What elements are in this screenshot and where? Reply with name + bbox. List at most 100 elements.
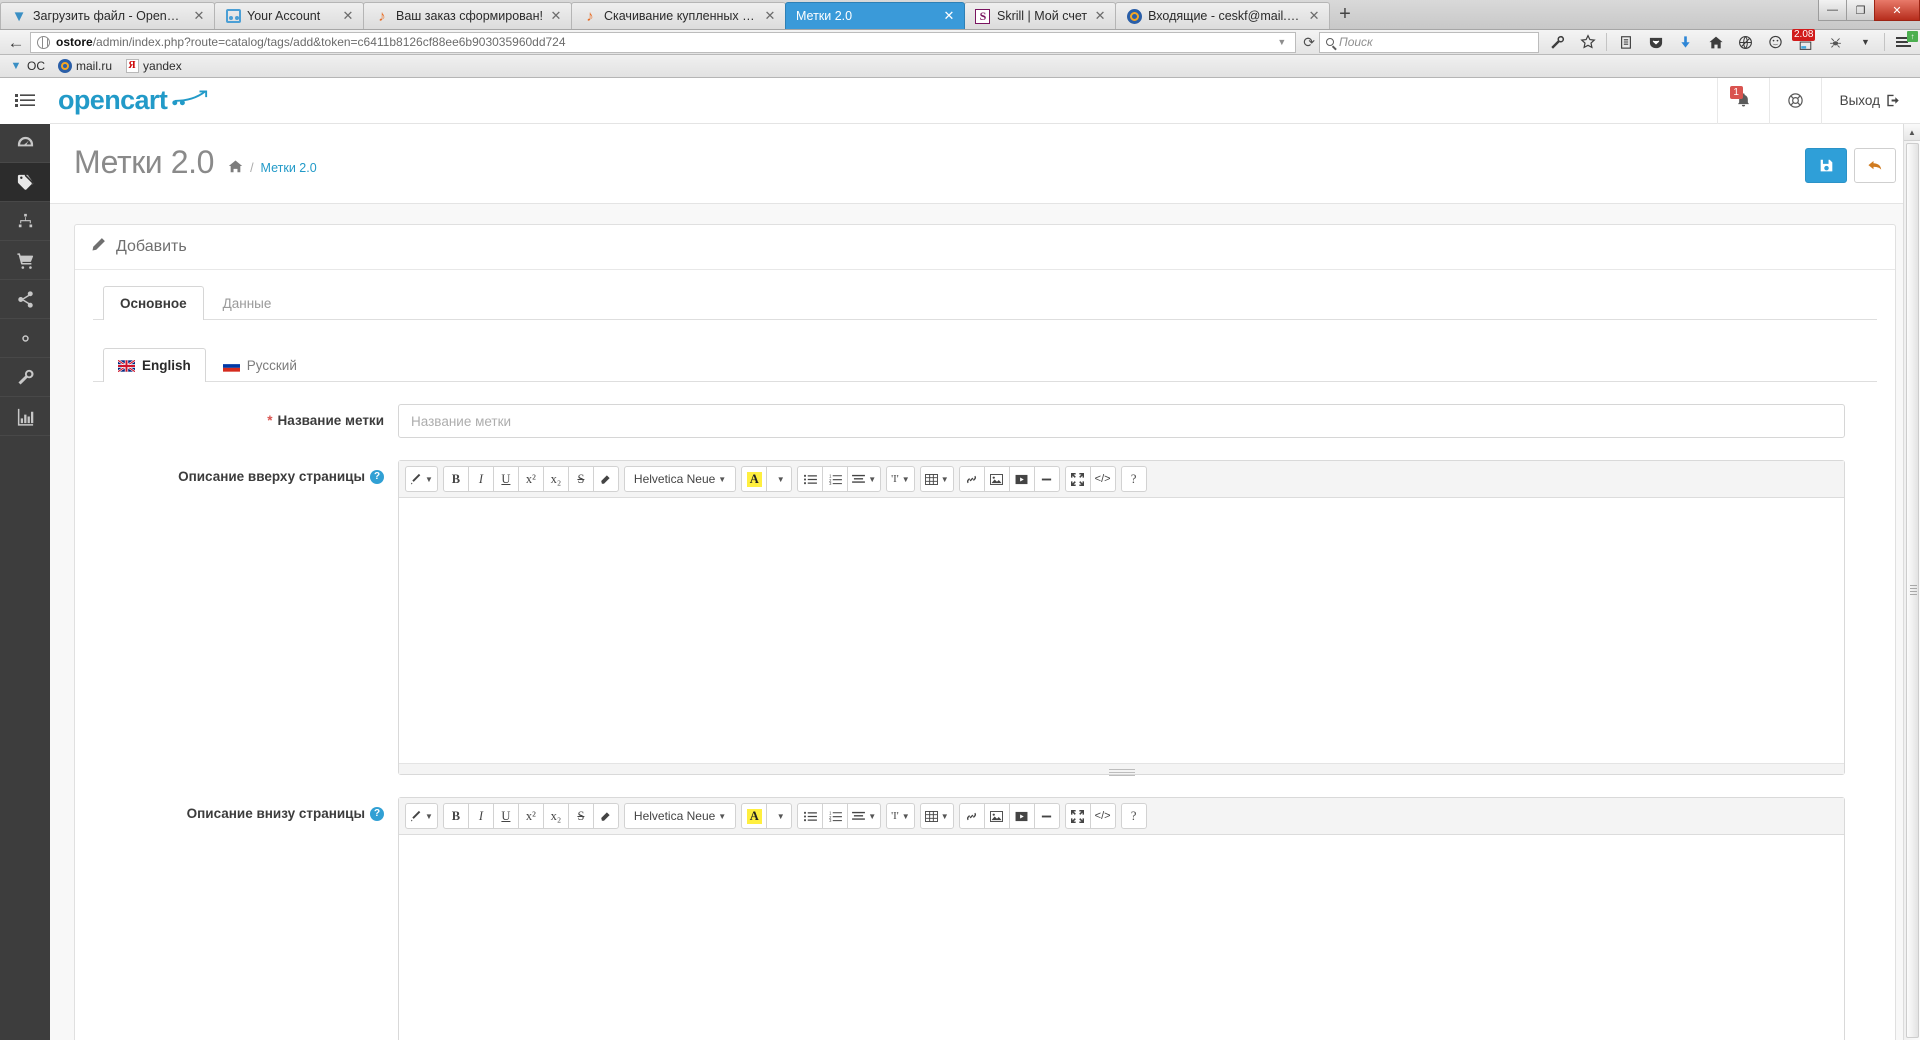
align-dropdown[interactable]: ▼ xyxy=(847,466,882,492)
lang-tab-russian[interactable]: Русский xyxy=(208,348,312,382)
bug-icon[interactable] xyxy=(1821,30,1850,54)
highlight-color-button[interactable]: A xyxy=(741,803,768,829)
image-icon[interactable] xyxy=(983,803,1010,829)
browser-tab[interactable]: Your Account ✕ xyxy=(214,2,364,29)
sidebar-item-system[interactable] xyxy=(0,319,50,358)
home-icon[interactable] xyxy=(228,160,243,176)
line-height-icon[interactable]: 'I' ▼ xyxy=(886,466,915,492)
close-icon[interactable]: ✕ xyxy=(1093,8,1107,24)
ul-icon[interactable] xyxy=(797,466,824,492)
tab-general[interactable]: Основное xyxy=(103,286,204,320)
close-icon[interactable]: ✕ xyxy=(942,8,956,24)
link-icon[interactable] xyxy=(958,466,985,492)
sidebar-item-sales[interactable] xyxy=(0,241,50,280)
bookmark-item[interactable]: mail.ru xyxy=(53,58,117,74)
new-tab-button[interactable]: + xyxy=(1329,4,1361,26)
magic-icon[interactable]: ▼ xyxy=(405,466,438,492)
support-button[interactable] xyxy=(1768,77,1821,124)
download-icon[interactable] xyxy=(1671,30,1700,54)
bold-button[interactable]: B xyxy=(442,803,469,829)
magic-icon[interactable]: ▼ xyxy=(405,803,438,829)
wrench-icon[interactable] xyxy=(1543,30,1572,54)
url-bar[interactable]: ostore /admin/index.php?route=catalog/ta… xyxy=(30,31,1297,53)
code-view-button[interactable]: </> xyxy=(1089,803,1116,829)
hr-icon[interactable] xyxy=(1033,466,1060,492)
reload-icon[interactable]: ⟳ xyxy=(1299,34,1319,51)
browser-tab-active[interactable]: Метки 2.0 ✕ xyxy=(784,2,965,29)
bookmark-item[interactable]: ▼ ОС xyxy=(4,58,50,74)
subscript-button[interactable]: x₂ xyxy=(542,466,569,492)
sidebar-item-catalog[interactable] xyxy=(0,202,50,241)
bold-button[interactable]: B xyxy=(442,466,469,492)
video-icon[interactable] xyxy=(1008,803,1035,829)
underline-button[interactable]: U xyxy=(492,466,519,492)
editor-canvas-top[interactable] xyxy=(399,498,1844,763)
strikethrough-button[interactable]: S xyxy=(567,803,594,829)
align-dropdown[interactable]: ▼ xyxy=(847,803,882,829)
scrollbar-thumb[interactable] xyxy=(1905,143,1919,1038)
logout-button[interactable]: Выход xyxy=(1820,77,1920,124)
font-name-dropdown[interactable]: Helvetica Neue ▼ xyxy=(623,466,737,492)
browser-tab[interactable]: S Skrill | Мой счет ✕ xyxy=(963,2,1117,29)
close-icon[interactable]: ✕ xyxy=(192,8,206,24)
pocket-icon[interactable] xyxy=(1641,30,1670,54)
close-window-button[interactable]: ✕ xyxy=(1874,0,1920,21)
code-view-button[interactable]: </> xyxy=(1089,466,1116,492)
restore-button[interactable]: ❐ xyxy=(1846,0,1875,21)
clipboard-icon[interactable] xyxy=(1611,30,1640,54)
browser-search-input[interactable]: Поиск xyxy=(1319,31,1539,53)
back-button[interactable]: ← xyxy=(2,34,30,51)
italic-button[interactable]: I xyxy=(467,466,494,492)
table-icon[interactable]: ▼ xyxy=(919,803,954,829)
ol-icon[interactable]: 123 xyxy=(822,466,849,492)
globe-slash-icon[interactable] xyxy=(1731,30,1760,54)
subscript-button[interactable]: x₂ xyxy=(542,803,569,829)
scroll-up-button[interactable]: ▲ xyxy=(1903,124,1920,141)
save-button[interactable] xyxy=(1805,148,1847,183)
notifications-button[interactable]: 1 xyxy=(1716,77,1769,124)
image-icon[interactable] xyxy=(983,466,1010,492)
back-button[interactable] xyxy=(1854,148,1896,183)
menu-icon[interactable]: ↑ xyxy=(1889,30,1918,54)
editor-help-button[interactable]: ? xyxy=(1120,466,1147,492)
close-icon[interactable]: ✕ xyxy=(1307,8,1321,24)
line-height-icon[interactable]: 'I' ▼ xyxy=(886,803,915,829)
browser-tab[interactable]: ▼ Загрузить файл - OpenCa... ✕ xyxy=(0,2,215,29)
tab-data[interactable]: Данные xyxy=(206,286,289,320)
ol-icon[interactable]: 123 xyxy=(822,803,849,829)
underline-button[interactable]: U xyxy=(492,803,519,829)
browser-tab[interactable]: Входящие - ceskf@mail.ru... ✕ xyxy=(1115,2,1331,29)
sidebar-item-dashboard[interactable] xyxy=(0,124,50,163)
color-dropdown[interactable]: ▼ xyxy=(766,803,793,829)
superscript-button[interactable]: x² xyxy=(517,803,544,829)
superscript-button[interactable]: x² xyxy=(517,466,544,492)
help-icon[interactable]: ? xyxy=(370,469,384,484)
expand-icon[interactable] xyxy=(1064,466,1091,492)
color-dropdown[interactable]: ▼ xyxy=(766,466,793,492)
breadcrumb-link[interactable]: Метки 2.0 xyxy=(261,161,317,175)
minimize-button[interactable]: — xyxy=(1818,0,1847,21)
chat-icon[interactable] xyxy=(1761,30,1790,54)
screenshot-icon[interactable]: 2.08 xyxy=(1791,29,1820,54)
video-icon[interactable] xyxy=(1008,466,1035,492)
editor-help-button[interactable]: ? xyxy=(1120,803,1147,829)
browser-tab[interactable]: ♪ Ваш заказ сформирован! ✕ xyxy=(363,2,572,29)
expand-icon[interactable] xyxy=(1064,803,1091,829)
editor-resize-handle[interactable] xyxy=(399,763,1844,774)
eraser-icon[interactable] xyxy=(592,466,619,492)
page-scrollbar[interactable]: ▲ xyxy=(1903,124,1920,1040)
editor-canvas-bottom[interactable] xyxy=(399,835,1844,1040)
eraser-icon[interactable] xyxy=(592,803,619,829)
home-icon[interactable] xyxy=(1701,30,1730,54)
star-icon[interactable] xyxy=(1573,30,1602,54)
lang-tab-english[interactable]: English xyxy=(103,348,206,382)
sidebar-item-catalog-tags[interactable] xyxy=(0,163,50,202)
browser-tab[interactable]: ♪ Скачивание купленных ф... ✕ xyxy=(570,2,786,29)
ul-icon[interactable] xyxy=(797,803,824,829)
bookmark-item[interactable]: Я yandex xyxy=(120,58,187,74)
highlight-color-button[interactable]: A xyxy=(741,466,768,492)
tag-name-input[interactable] xyxy=(398,404,1845,438)
close-icon[interactable]: ✕ xyxy=(549,8,563,24)
help-icon[interactable]: ? xyxy=(370,806,384,821)
chevron-down-icon[interactable]: ▼ xyxy=(1851,30,1880,54)
